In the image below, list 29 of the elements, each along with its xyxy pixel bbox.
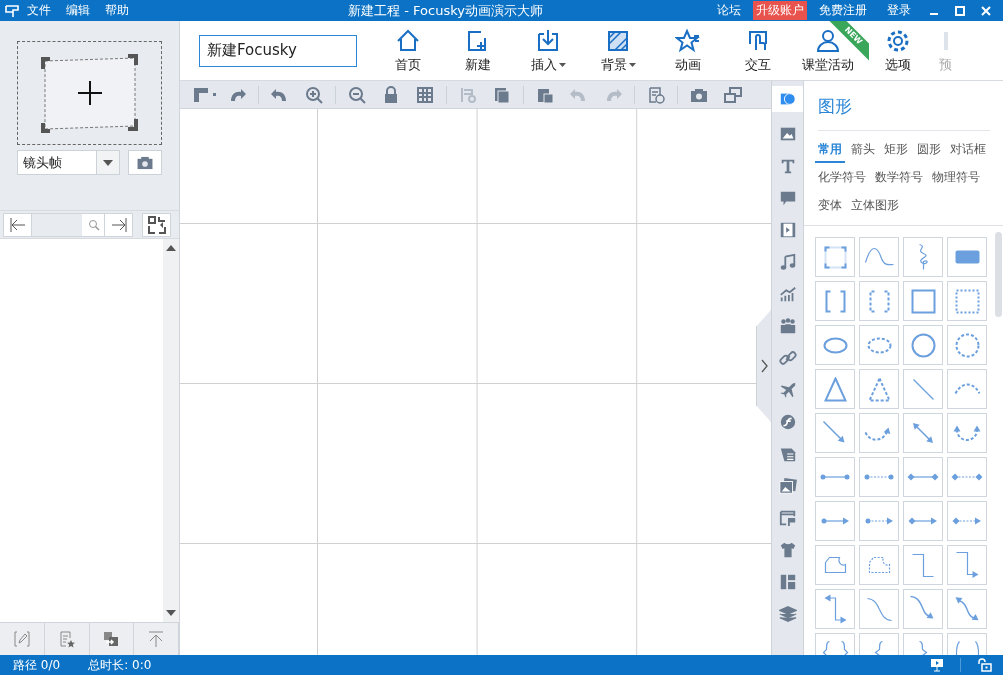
- category-tab[interactable]: 变体: [815, 195, 845, 219]
- menu-item[interactable]: 文件: [27, 2, 51, 19]
- menu-item[interactable]: 编辑: [66, 2, 90, 19]
- upgrade-link[interactable]: 升级账户: [753, 1, 807, 20]
- window-title: 新建工程 - Focusky动画演示大师: [347, 1, 544, 20]
- category-tab[interactable]: 数学符号: [872, 167, 926, 191]
- ribbon-button[interactable]: 动画: [653, 21, 723, 80]
- frame-type-dropdown[interactable]: 镜头帧: [17, 150, 120, 175]
- header-link[interactable]: 免费注册: [816, 1, 870, 20]
- project-title-field[interactable]: 新建Focusky: [199, 34, 357, 67]
- ribbon-button[interactable]: 交互: [723, 21, 793, 80]
- category-tab[interactable]: 物理符号: [929, 167, 983, 191]
- path-count: 路径 0/0: [13, 656, 61, 674]
- ribbon-button[interactable]: 首页: [373, 21, 443, 80]
- panel-title: 图形: [818, 95, 990, 131]
- ribbon-button[interactable]: 新建: [443, 21, 513, 80]
- category-tab[interactable]: 矩形: [881, 139, 911, 163]
- category-tab[interactable]: 圆形: [914, 139, 944, 163]
- ribbon-button[interactable]: 背景: [583, 21, 653, 80]
- menu-item[interactable]: 帮助: [105, 2, 129, 19]
- category-tab[interactable]: 对话框: [947, 139, 989, 163]
- header-link[interactable]: 论坛: [714, 1, 744, 20]
- total-duration: 总时长: 0:0: [88, 656, 152, 674]
- ribbon-button[interactable]: 插入: [513, 21, 583, 80]
- category-tab[interactable]: 箭头: [848, 139, 878, 163]
- category-tab[interactable]: 立体图形: [848, 195, 902, 219]
- category-tab[interactable]: 常用: [815, 139, 845, 163]
- category-tab[interactable]: 化学符号: [815, 167, 869, 191]
- header-link[interactable]: 登录: [884, 1, 914, 20]
